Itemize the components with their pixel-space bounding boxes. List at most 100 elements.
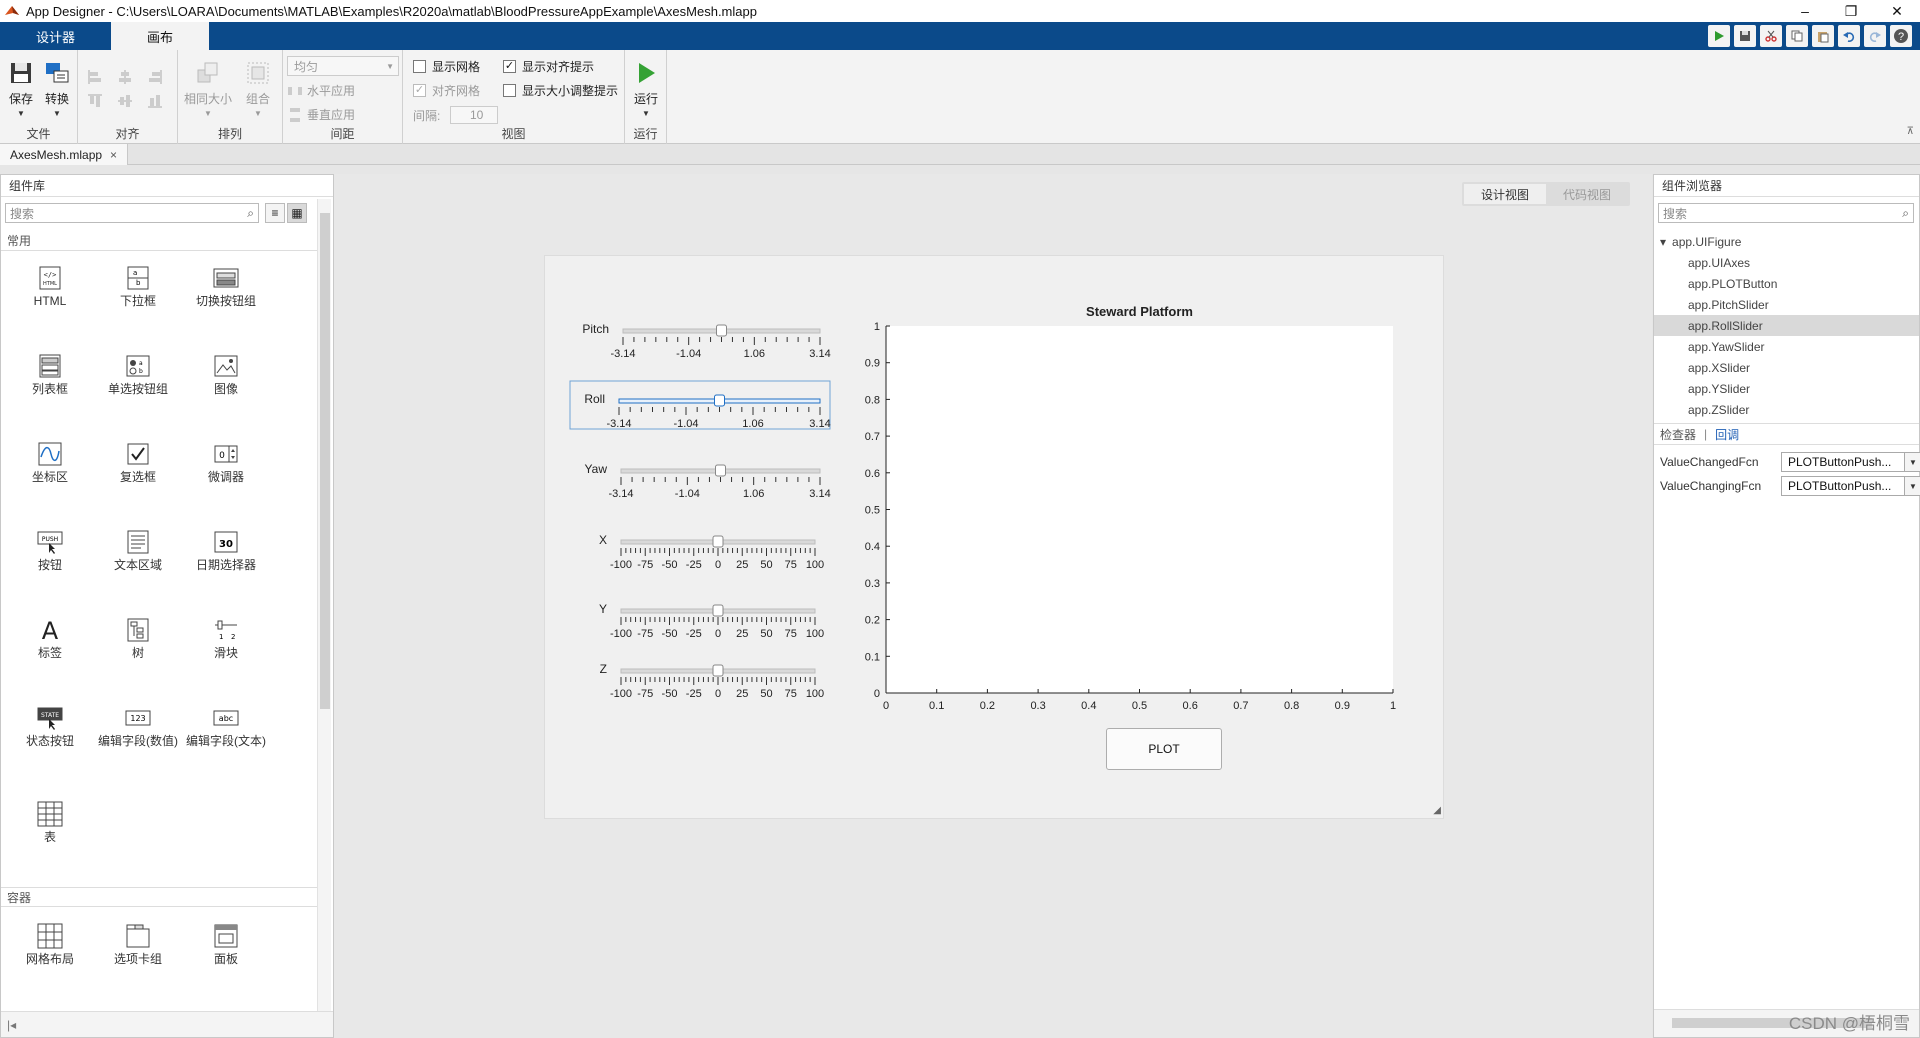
- svg-text:1: 1: [219, 633, 223, 641]
- resize-grip-icon[interactable]: ◢: [1433, 805, 1441, 816]
- grid-spacing-spinner[interactable]: 10: [450, 106, 499, 124]
- save-icon[interactable]: [1734, 25, 1756, 47]
- browser-search-input[interactable]: 搜索 ⌕: [1658, 203, 1914, 223]
- apply-horizontal-button[interactable]: 水平应用: [287, 82, 355, 99]
- component-label[interactable]: A 标签: [5, 617, 95, 660]
- component-checkbox[interactable]: 复选框: [93, 441, 183, 484]
- align-left-icon[interactable]: [86, 68, 104, 86]
- design-view-button[interactable]: 设计视图: [1464, 184, 1546, 204]
- maximize-button[interactable]: ❐: [1828, 0, 1874, 22]
- save-button[interactable]: 保存 ▼: [4, 60, 38, 118]
- apply-vertical-button[interactable]: 垂直应用: [287, 106, 355, 123]
- undo-icon[interactable]: [1838, 25, 1860, 47]
- tree-item[interactable]: ▾ app.UIFigure: [1654, 231, 1919, 252]
- tree-item[interactable]: app.PitchSlider: [1654, 294, 1919, 315]
- scrollbar-thumb[interactable]: [320, 213, 330, 709]
- chevron-down-icon[interactable]: ▼: [1904, 452, 1920, 472]
- tab-canvas[interactable]: 画布: [111, 22, 210, 50]
- tree-item[interactable]: app.RollSlider: [1654, 315, 1919, 336]
- tab-designer[interactable]: 设计器: [0, 22, 111, 50]
- component-text-area[interactable]: 文本区域: [93, 529, 183, 572]
- align-top-icon[interactable]: [86, 92, 104, 110]
- expand-arrow-icon[interactable]: ▾: [1660, 235, 1666, 249]
- slider-thumb[interactable]: [716, 324, 727, 337]
- minimize-button[interactable]: –: [1782, 0, 1828, 22]
- run-icon[interactable]: [1708, 25, 1730, 47]
- redo-icon[interactable]: [1864, 25, 1886, 47]
- ribbon-group-file: 保存 ▼ 转换 ▼ 文件: [0, 50, 78, 144]
- chevron-down-icon[interactable]: ▼: [1904, 476, 1920, 496]
- axes-plot-area[interactable]: [886, 326, 1393, 693]
- same-size-button[interactable]: 相同大小 ▼: [184, 60, 232, 118]
- cut-icon[interactable]: [1760, 25, 1782, 47]
- close-tab-icon[interactable]: ×: [110, 148, 117, 162]
- component-radio-group[interactable]: ab 单选按钮组: [93, 353, 183, 396]
- app-ui-figure[interactable]: Pitch -3.14 -1.04 1.06 3.14 Roll -3.14 -1.04 1.0…: [544, 255, 1444, 819]
- paste-icon[interactable]: [1812, 25, 1834, 47]
- spacing-mode-select[interactable]: 均匀 ▼: [287, 56, 399, 76]
- tree-item[interactable]: app.YawSlider: [1654, 336, 1919, 357]
- component-toggle-button-group[interactable]: 切换按钮组: [181, 265, 271, 308]
- grid-view-button[interactable]: ▦: [287, 203, 307, 223]
- component-tree[interactable]: 树: [93, 617, 183, 660]
- component-spinner[interactable]: 0 微调器: [181, 441, 271, 484]
- library-scrollbar[interactable]: [317, 199, 331, 1011]
- slider-thumb[interactable]: [712, 535, 724, 548]
- convert-button[interactable]: 转换 ▼: [40, 60, 74, 118]
- tab-inspector[interactable]: 检查器: [1660, 426, 1696, 443]
- component-listbox[interactable]: 列表框: [5, 353, 95, 396]
- show-resize-hints-checkbox[interactable]: 显示大小调整提示: [503, 82, 618, 99]
- slider-thumb[interactable]: [712, 664, 724, 677]
- run-button[interactable]: 运行 ▼: [629, 60, 663, 118]
- component-table[interactable]: 表: [5, 801, 95, 844]
- slider-tick-label: -50: [662, 688, 678, 700]
- component-date-picker[interactable]: 30 日期选择器: [181, 529, 271, 572]
- snap-to-grid-checkbox[interactable]: ✓ 对齐网格: [413, 82, 480, 99]
- window-title: App Designer - C:\Users\LOARA\Documents\…: [26, 3, 757, 19]
- tree-item[interactable]: app.UIAxes: [1654, 252, 1919, 273]
- component-panel[interactable]: 面板: [181, 923, 271, 966]
- list-view-button[interactable]: ≡: [265, 203, 285, 223]
- component-html[interactable]: </> HTML HTML: [5, 265, 95, 308]
- align-middle-icon[interactable]: [116, 92, 134, 110]
- copy-icon[interactable]: [1786, 25, 1808, 47]
- close-button[interactable]: ✕: [1874, 0, 1920, 22]
- slider-thumb[interactable]: [714, 394, 725, 407]
- y-tick-label: 0.7: [865, 431, 880, 443]
- align-center-icon[interactable]: [116, 68, 134, 86]
- axes-icon: [38, 442, 62, 466]
- tab-callbacks[interactable]: 回调: [1715, 426, 1739, 443]
- component-slider[interactable]: 12 滑块: [181, 617, 271, 660]
- scroll-left-icon[interactable]: |◂: [7, 1018, 16, 1032]
- help-icon[interactable]: ?: [1890, 25, 1912, 47]
- tree-item[interactable]: app.YSlider: [1654, 378, 1919, 399]
- align-bottom-icon[interactable]: [146, 92, 164, 110]
- component-text-field[interactable]: abc 编辑字段(文本): [181, 705, 271, 748]
- component-state-button[interactable]: STATE 状态按钮: [5, 705, 95, 748]
- collapse-ribbon-icon[interactable]: ⊼: [1907, 126, 1914, 137]
- tree-item[interactable]: app.XSlider: [1654, 357, 1919, 378]
- y-tick-label: 0: [874, 688, 880, 700]
- group-button[interactable]: 组合 ▼: [240, 60, 276, 118]
- component-axes[interactable]: 坐标区: [5, 441, 95, 484]
- show-alignment-hints-checkbox[interactable]: ✓ 显示对齐提示: [503, 58, 594, 75]
- component-numeric-field[interactable]: 123 编辑字段(数值): [93, 705, 183, 748]
- tree-item[interactable]: app.PLOTButton: [1654, 273, 1919, 294]
- component-grid-layout[interactable]: 网格布局: [5, 923, 95, 966]
- slider-thumb[interactable]: [715, 464, 726, 477]
- component-dropdown[interactable]: ab 下拉框: [93, 265, 183, 308]
- valuechanged-callback-select[interactable]: PLOTButtonPush...: [1781, 452, 1905, 472]
- valuechanging-callback-select[interactable]: PLOTButtonPush...: [1781, 476, 1905, 496]
- component-tab-group[interactable]: 选项卡组: [93, 923, 183, 966]
- show-grid-checkbox[interactable]: 显示网格: [413, 58, 480, 75]
- slider-thumb[interactable]: [712, 604, 724, 617]
- library-horizontal-scrollbar[interactable]: |◂: [1, 1011, 333, 1037]
- code-view-button[interactable]: 代码视图: [1546, 184, 1628, 204]
- align-right-icon[interactable]: [146, 68, 164, 86]
- plot-button[interactable]: PLOT: [1106, 728, 1222, 770]
- tree-item[interactable]: app.ZSlider: [1654, 399, 1919, 420]
- doc-tab-axesmesh[interactable]: AxesMesh.mlapp ×: [0, 144, 129, 165]
- component-button[interactable]: PUSH 按钮: [5, 529, 95, 572]
- component-image[interactable]: 图像: [181, 353, 271, 396]
- library-search-input[interactable]: 搜索 ⌕: [5, 203, 259, 223]
